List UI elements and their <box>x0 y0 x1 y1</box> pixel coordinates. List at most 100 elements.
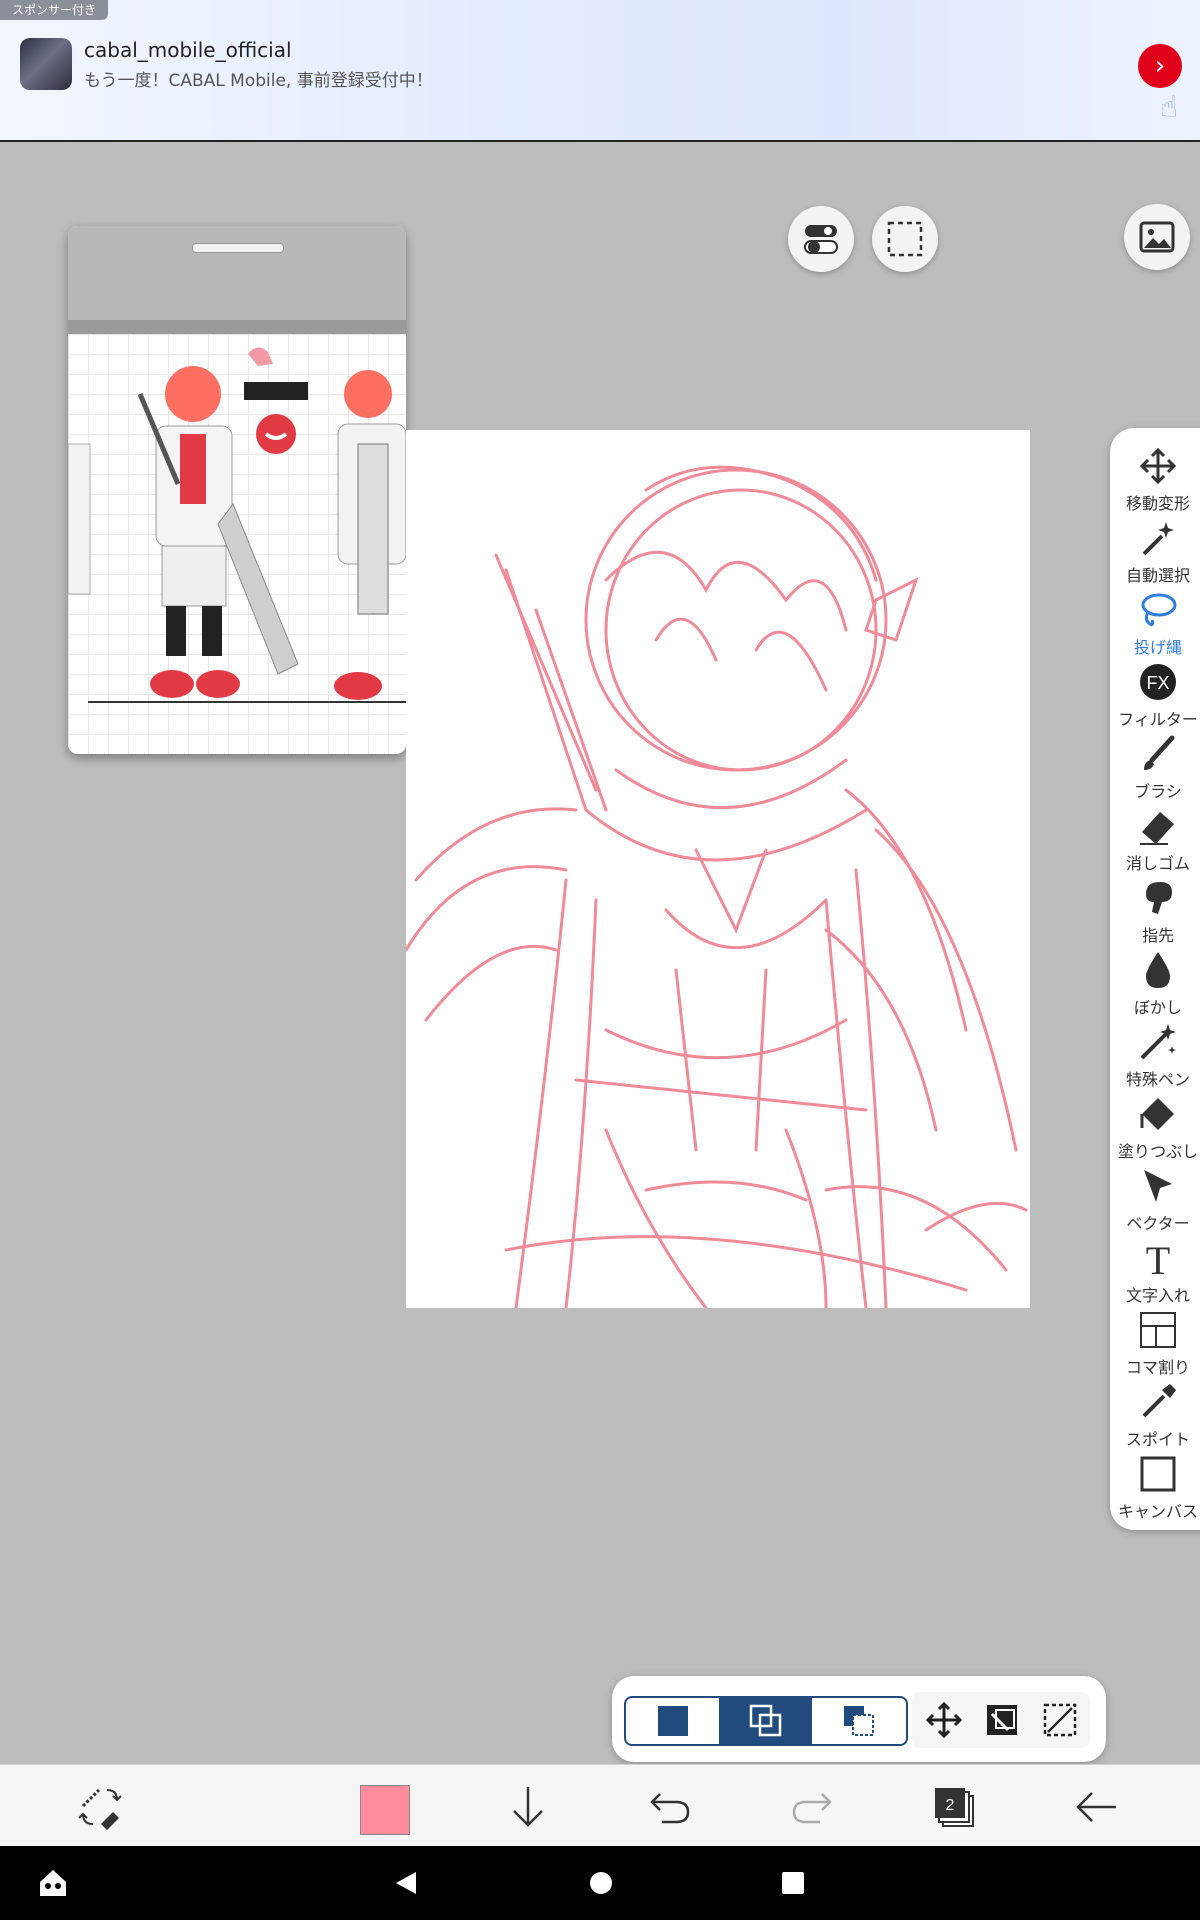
ad-banner[interactable]: スポンサー付き cabal_mobile_official もう一度！CABAL… <box>0 0 1200 142</box>
tool-move-transform[interactable]: 移動変形 <box>1110 446 1200 516</box>
selection-button[interactable] <box>872 206 938 272</box>
undo-button[interactable] <box>642 1779 698 1835</box>
move-transform-icon <box>1139 447 1177 485</box>
tool-label: フィルター <box>1118 710 1198 729</box>
layers-button[interactable]: 2 <box>926 1779 982 1835</box>
reference-window[interactable] <box>68 226 406 754</box>
tool-special-pen[interactable]: 特殊ペン <box>1110 1022 1200 1092</box>
tool-label: 指先 <box>1141 926 1174 945</box>
eyedropper-icon <box>1142 1384 1176 1418</box>
current-color-swatch[interactable] <box>360 1785 410 1835</box>
tool-label: ブラシ <box>1134 782 1182 801</box>
reference-window-header[interactable] <box>68 226 406 320</box>
download-button[interactable] <box>500 1779 556 1835</box>
add-selection-icon <box>749 1704 781 1737</box>
tool-label: キャンバス <box>1117 1502 1198 1521</box>
character-reference-art <box>68 347 406 703</box>
nav-back-icon[interactable] <box>392 1868 422 1898</box>
image-icon <box>1139 221 1175 253</box>
tool-text[interactable]: T 文字入れ <box>1110 1238 1200 1308</box>
tool-label: 投げ縄 <box>1133 638 1182 657</box>
tool-finger[interactable]: 指先 <box>1110 878 1200 948</box>
selection-mode-add[interactable] <box>719 1698 812 1744</box>
tool-label: 消しゴム <box>1125 854 1190 873</box>
selection-mode-segmented <box>624 1696 908 1746</box>
home-app-icon[interactable] <box>36 1866 70 1900</box>
tool-blur[interactable]: ぼかし <box>1110 950 1200 1020</box>
ad-title[interactable]: cabal_mobile_official <box>84 38 292 62</box>
ad-app-icon <box>20 38 72 90</box>
arrow-left-icon <box>1076 1792 1116 1822</box>
tool-filter[interactable]: FX フィルター <box>1110 662 1200 732</box>
reference-image <box>68 334 406 754</box>
tool-label: 特殊ペン <box>1125 1070 1190 1089</box>
tool-lasso[interactable]: 投げ縄 <box>1110 590 1200 660</box>
canvas-icon <box>1140 1456 1176 1492</box>
lasso-icon <box>1141 593 1177 626</box>
panel-layout-icon <box>1140 1312 1176 1348</box>
reference-image-button[interactable] <box>1124 204 1190 270</box>
svg-text:FX: FX <box>1146 673 1169 693</box>
tool-eraser[interactable]: 消しゴム <box>1110 806 1200 876</box>
redo-icon <box>792 1793 832 1824</box>
special-pen-icon <box>1140 1024 1176 1060</box>
toggle-icon <box>804 225 838 254</box>
ad-subtitle[interactable]: もう一度！CABAL Mobile, 事前登録受付中！ <box>84 66 433 91</box>
eraser-icon <box>1140 812 1174 845</box>
selection-mode-new[interactable] <box>626 1698 719 1744</box>
reference-divider <box>68 320 406 334</box>
drag-handle[interactable] <box>192 243 284 253</box>
tool-fill[interactable]: 塗りつぶし <box>1110 1094 1200 1164</box>
brush-icon <box>1144 735 1175 770</box>
tool-label: 移動変形 <box>1125 494 1190 513</box>
clear-selection-icon[interactable] <box>1042 1702 1078 1738</box>
tap-hand-icon: ☝ <box>1160 90 1179 125</box>
toggle-settings-button[interactable] <box>788 206 854 272</box>
tool-brush[interactable]: ブラシ <box>1110 734 1200 804</box>
fill-bucket-icon <box>1140 1098 1174 1130</box>
move-selection-icon[interactable] <box>926 1702 962 1738</box>
tool-label: コマ割り <box>1125 1358 1190 1377</box>
selection-mode-subtract[interactable] <box>812 1698 905 1744</box>
arrow-down-icon <box>513 1787 543 1827</box>
dashed-selection-icon <box>887 221 923 257</box>
tool-auto-select[interactable]: 自動選択 <box>1110 518 1200 588</box>
pen-eraser-swap-icon <box>78 1788 122 1830</box>
svg-text:T: T <box>1146 1238 1170 1278</box>
tool-label: 塗りつぶし <box>1117 1142 1199 1161</box>
selection-actions <box>912 1692 1090 1748</box>
tool-palette: 移動変形 自動選択 投げ縄 FX フィルター ブラシ 消しゴム 指先 ぼかし 特… <box>1110 428 1200 1530</box>
system-navigation-bar <box>0 1846 1200 1920</box>
tool-panel-layout[interactable]: コマ割り <box>1110 1310 1200 1380</box>
finger-smudge-icon <box>1146 882 1172 914</box>
invert-selection-icon[interactable] <box>984 1702 1020 1738</box>
layers-icon: 2 <box>935 1788 974 1827</box>
magic-wand-icon <box>1142 522 1174 556</box>
tool-label: 文字入れ <box>1125 1286 1190 1305</box>
text-tool-icon: T <box>1146 1238 1170 1278</box>
redo-button[interactable] <box>784 1779 840 1835</box>
ad-open-arrow-icon[interactable]: › <box>1138 44 1182 88</box>
tool-label: ぼかし <box>1133 998 1182 1017</box>
sponsored-label: スポンサー付き <box>0 0 109 20</box>
tool-eyedropper[interactable]: スポイト <box>1110 1382 1200 1452</box>
nav-recents-icon[interactable] <box>778 1868 808 1898</box>
tool-vector[interactable]: ベクター <box>1110 1166 1200 1236</box>
subtract-selection-icon <box>843 1706 874 1736</box>
drawing-canvas[interactable] <box>404 430 1030 1310</box>
vector-cursor-icon <box>1144 1170 1172 1202</box>
undo-icon <box>650 1793 690 1824</box>
tool-label: ベクター <box>1126 1214 1190 1233</box>
bottom-app-bar: 2 <box>0 1764 1200 1847</box>
tool-label: スポイト <box>1125 1430 1190 1449</box>
nav-home-icon[interactable] <box>586 1868 616 1898</box>
tool-canvas[interactable]: キャンバス <box>1110 1454 1200 1524</box>
pen-eraser-switch-button[interactable] <box>72 1779 128 1835</box>
layers-count: 2 <box>946 1797 955 1814</box>
sketch-layer <box>404 465 1028 1310</box>
tool-label: 自動選択 <box>1125 566 1190 585</box>
fx-filter-icon: FX <box>1140 664 1176 700</box>
back-button[interactable] <box>1068 1779 1124 1835</box>
blur-drop-icon <box>1146 952 1170 988</box>
new-selection-icon <box>657 1706 688 1736</box>
